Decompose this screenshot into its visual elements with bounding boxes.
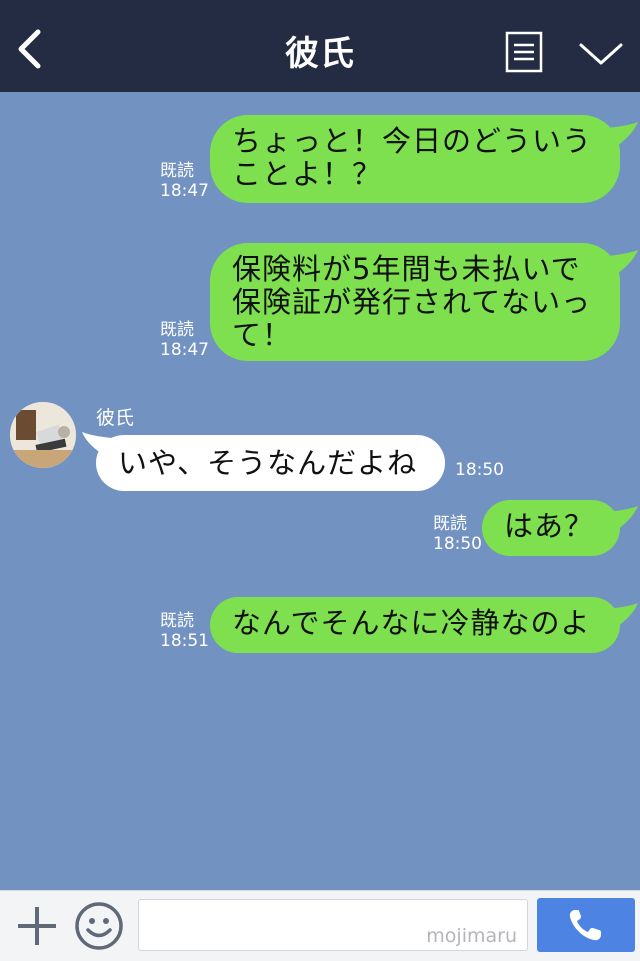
chevron-down-icon: [579, 43, 623, 65]
call-button[interactable]: [537, 898, 635, 952]
incoming-message-bubble[interactable]: いや、そうなんだよね: [96, 435, 445, 491]
read-receipt: 既読: [160, 161, 194, 181]
bubble-tail: [606, 122, 638, 148]
smiley-icon: [75, 902, 123, 950]
bubble-tail: [606, 506, 638, 532]
read-receipt: 既読: [433, 514, 467, 534]
chat-header: 彼氏: [0, 0, 640, 92]
message-time: 18:51: [160, 631, 209, 651]
message-meta: 既読 18:50: [433, 514, 482, 554]
bubble-tail: [606, 603, 638, 629]
phone-icon: [569, 910, 601, 941]
notes-icon: [505, 31, 543, 73]
message-time: 18:47: [160, 181, 209, 201]
emoji-button[interactable]: [74, 901, 124, 951]
message-time: 18:47: [160, 340, 209, 360]
message-text-line: いや、そうなんだよね: [118, 446, 418, 480]
outgoing-message-bubble[interactable]: はあ？: [482, 500, 620, 556]
notes-button[interactable]: [505, 31, 543, 73]
message-text-line: て！: [232, 318, 293, 352]
outgoing-message-bubble[interactable]: なんでそんなに冷静なのよ: [210, 597, 620, 653]
chat-title: 彼氏: [285, 34, 355, 74]
message-time: 18:50: [433, 534, 482, 554]
message-meta: 既読 18:47: [160, 161, 209, 201]
avatar-photo: [10, 402, 76, 468]
message-text-line: はあ？: [504, 509, 595, 543]
sender-name: 彼氏: [96, 407, 135, 429]
bubble-tail: [606, 250, 638, 276]
message-input[interactable]: mojimaru: [138, 899, 528, 951]
outgoing-message-bubble[interactable]: 保険料が5年間も未払いで 保険証が発行されてないっ て！: [210, 243, 620, 361]
input-bar: mojimaru: [0, 890, 640, 961]
message-text-line: なんでそんなに冷静なのよ: [232, 606, 591, 640]
message-text-line: 保険料が5年間も未払いで: [232, 252, 581, 286]
read-receipt: 既読: [160, 611, 194, 631]
message-meta: 既読 18:47: [160, 320, 209, 360]
menu-dropdown-button[interactable]: [578, 38, 624, 68]
add-attachment-button[interactable]: [14, 903, 60, 949]
message-text-line: ちょっと！今日のどういう: [232, 124, 593, 158]
message-meta: 既読 18:51: [160, 611, 209, 651]
message-time: 18:50: [455, 460, 504, 480]
read-receipt: 既読: [160, 320, 194, 340]
outgoing-message-bubble[interactable]: ちょっと！今日のどういう ことよ！？: [210, 115, 620, 203]
contact-avatar[interactable]: [10, 402, 76, 468]
plus-icon: [18, 907, 56, 945]
chat-area[interactable]: 既読 18:47 ちょっと！今日のどういう ことよ！？ 既読 18:47 保険料…: [0, 92, 640, 890]
message-text-line: 保険証が発行されてないっ: [232, 285, 592, 319]
message-text-line: ことよ！？: [232, 157, 383, 191]
watermark-text: mojimaru: [426, 925, 517, 947]
